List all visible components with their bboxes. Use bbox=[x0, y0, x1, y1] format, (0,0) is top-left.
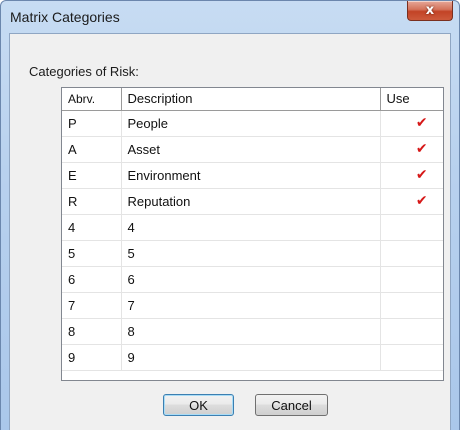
close-icon: x bbox=[425, 3, 435, 18]
use-cell[interactable] bbox=[380, 266, 443, 293]
description-cell[interactable]: 5 bbox=[121, 240, 381, 267]
use-cell[interactable] bbox=[380, 344, 443, 371]
description-cell[interactable]: 9 bbox=[121, 344, 381, 371]
column-header-use[interactable]: Use bbox=[380, 88, 443, 111]
abrv-cell[interactable]: 8 bbox=[62, 318, 122, 345]
cancel-button[interactable]: Cancel bbox=[255, 394, 328, 416]
checkmark-icon: ✔ bbox=[415, 115, 428, 131]
use-cell[interactable] bbox=[380, 240, 443, 267]
categories-table: Abrv. Description Use P People ✔ A Asset ✔ E En… bbox=[62, 88, 443, 371]
use-cell[interactable] bbox=[380, 214, 443, 241]
abrv-cell[interactable]: 6 bbox=[62, 266, 122, 293]
abrv-cell[interactable]: A bbox=[62, 136, 122, 163]
table-row[interactable]: E Environment ✔ bbox=[62, 162, 443, 189]
use-cell[interactable] bbox=[380, 318, 443, 345]
abrv-cell[interactable]: P bbox=[62, 110, 122, 137]
close-button[interactable]: x bbox=[407, 1, 453, 21]
abrv-cell[interactable]: 9 bbox=[62, 344, 122, 371]
table-row[interactable]: 55 bbox=[62, 240, 443, 267]
checkmark-icon: ✔ bbox=[415, 167, 428, 183]
table-row[interactable]: 88 bbox=[62, 318, 443, 345]
table-row[interactable]: P People ✔ bbox=[62, 110, 443, 137]
use-cell[interactable]: ✔ bbox=[380, 110, 443, 137]
description-cell[interactable]: 7 bbox=[121, 292, 381, 319]
use-cell[interactable]: ✔ bbox=[380, 136, 443, 163]
categories-of-risk-label: Categories of Risk: bbox=[29, 64, 139, 79]
window-title: Matrix Categories bbox=[10, 9, 120, 25]
abrv-cell[interactable]: 5 bbox=[62, 240, 122, 267]
use-cell[interactable]: ✔ bbox=[380, 188, 443, 215]
table-row[interactable]: 66 bbox=[62, 266, 443, 293]
description-cell[interactable]: Asset bbox=[121, 136, 381, 163]
abrv-cell[interactable]: E bbox=[62, 162, 122, 189]
header-row: Abrv. Description Use bbox=[62, 88, 443, 111]
title-bar[interactable]: Matrix Categories x bbox=[1, 1, 459, 33]
abrv-cell[interactable]: 7 bbox=[62, 292, 122, 319]
abrv-cell[interactable]: 4 bbox=[62, 214, 122, 241]
table-row[interactable]: A Asset ✔ bbox=[62, 136, 443, 163]
checkmark-icon: ✔ bbox=[415, 141, 428, 157]
column-header-description[interactable]: Description bbox=[121, 88, 381, 111]
table-row[interactable]: R Reputation ✔ bbox=[62, 188, 443, 215]
description-cell[interactable]: 6 bbox=[121, 266, 381, 293]
use-cell[interactable] bbox=[380, 292, 443, 319]
table-row[interactable]: 77 bbox=[62, 292, 443, 319]
categories-grid: Abrv. Description Use P People ✔ A Asset ✔ E En… bbox=[61, 87, 444, 381]
description-cell[interactable]: People bbox=[121, 110, 381, 137]
column-header-abrv[interactable]: Abrv. bbox=[62, 88, 122, 111]
ok-button[interactable]: OK bbox=[163, 394, 234, 416]
abrv-cell[interactable]: R bbox=[62, 188, 122, 215]
checkmark-icon: ✔ bbox=[415, 193, 428, 209]
use-cell[interactable]: ✔ bbox=[380, 162, 443, 189]
table-row[interactable]: 44 bbox=[62, 214, 443, 241]
description-cell[interactable]: Environment bbox=[121, 162, 381, 189]
description-cell[interactable]: 4 bbox=[121, 214, 381, 241]
table-row[interactable]: 99 bbox=[62, 344, 443, 371]
description-cell[interactable]: 8 bbox=[121, 318, 381, 345]
description-cell[interactable]: Reputation bbox=[121, 188, 381, 215]
